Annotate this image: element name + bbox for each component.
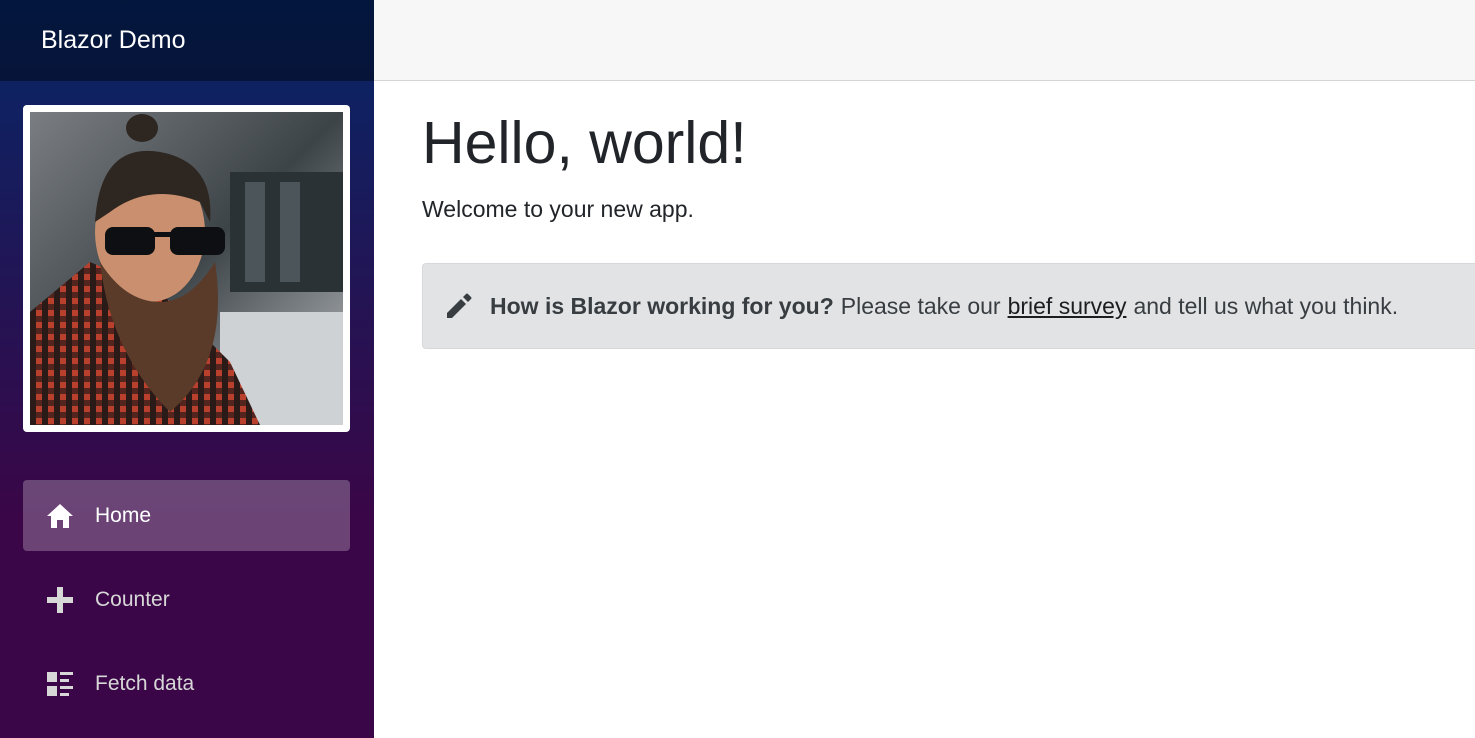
survey-prompt: How is Blazor working for you? <box>490 292 834 319</box>
welcome-text: Welcome to your new app. <box>422 196 694 222</box>
list-rich-icon <box>45 669 75 699</box>
brand-bar: Blazor Demo <box>0 0 374 81</box>
sidebar: Blazor Demo Home Counter Fetch data <box>0 0 374 738</box>
nav-item-home[interactable]: Home <box>23 480 350 551</box>
nav-item-label: Home <box>95 503 152 527</box>
survey-text-before: Please take our <box>840 292 1001 319</box>
brand-link[interactable]: Blazor Demo <box>41 26 186 55</box>
nav-item-label: Fetch data <box>95 671 195 695</box>
survey-text-after: and tell us what you think. <box>1133 292 1399 319</box>
page-title: Hello, world! <box>422 110 747 176</box>
page-content: Hello, world! Welcome to your new app. H… <box>374 110 1475 349</box>
nav-menu: Home Counter Fetch data <box>23 480 350 732</box>
profile-photo <box>30 112 343 425</box>
avatar <box>23 105 350 432</box>
survey-link[interactable]: brief survey <box>1008 293 1127 320</box>
survey-alert: How is Blazor working for you? Please ta… <box>422 263 1475 349</box>
nav-item-counter[interactable]: Counter <box>23 564 350 635</box>
pencil-icon <box>445 292 473 320</box>
top-row <box>374 0 1475 81</box>
nav-item-label: Counter <box>95 587 170 611</box>
main-area: Hello, world! Welcome to your new app. H… <box>374 0 1475 738</box>
plus-icon <box>45 585 75 615</box>
nav-item-fetch-data[interactable]: Fetch data <box>23 648 350 719</box>
home-icon <box>45 501 75 531</box>
